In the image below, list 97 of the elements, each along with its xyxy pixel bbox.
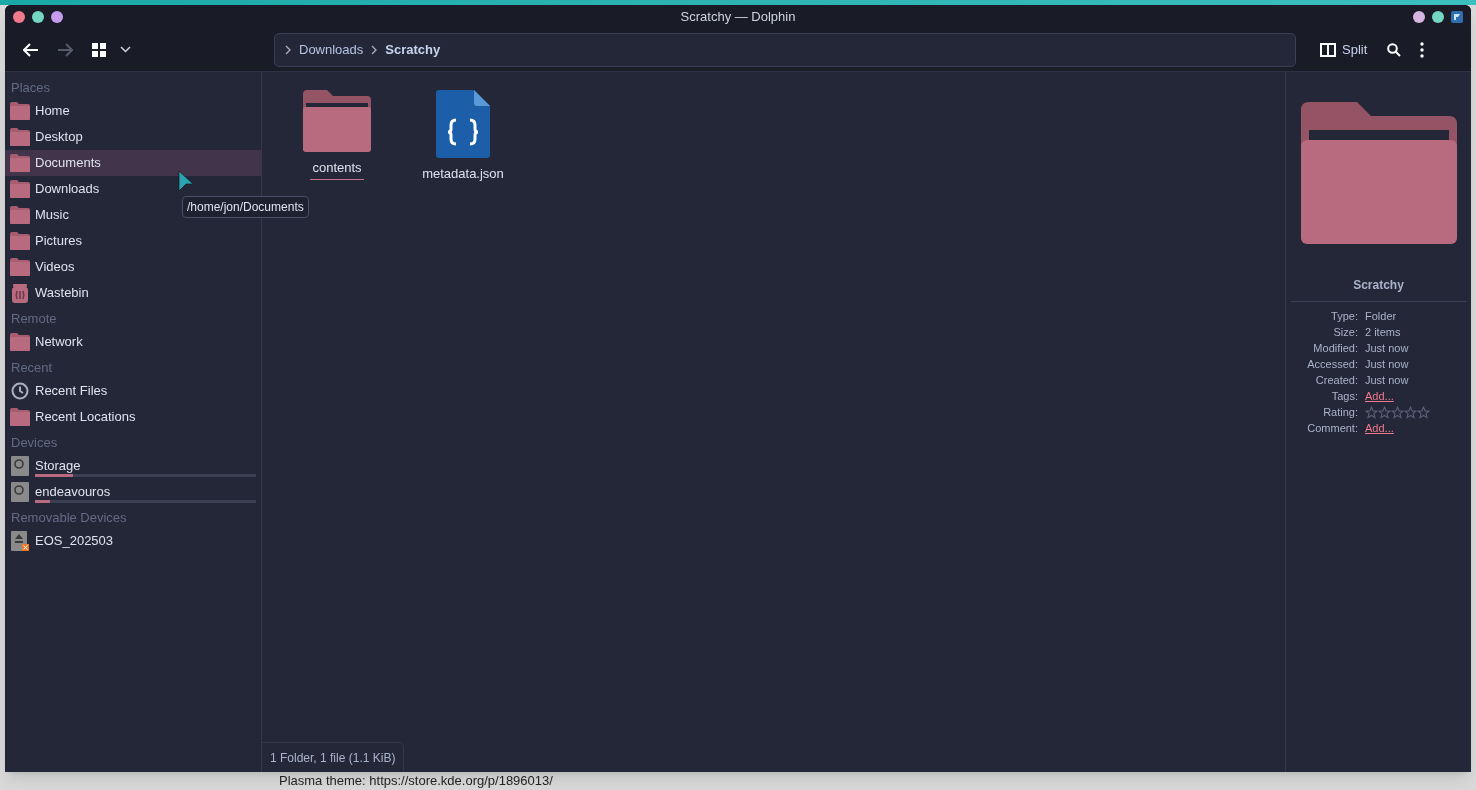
cursor-icon <box>178 170 194 192</box>
item-label: Storage <box>35 457 81 476</box>
info-value: 2 items <box>1365 325 1402 340</box>
close-button[interactable] <box>13 10 25 23</box>
sidebar-item[interactable]: Desktop <box>5 124 261 150</box>
info-label: Type: <box>1330 309 1358 324</box>
item-label: Recent Files <box>35 382 108 401</box>
trash-icon <box>10 283 30 303</box>
chevron-down-icon <box>119 46 131 53</box>
forward-arrow-icon <box>57 42 73 57</box>
info-label: Accessed: <box>1306 357 1358 372</box>
minimize-button[interactable] <box>32 10 44 23</box>
location-bar[interactable]: Downloads Scratchy <box>274 32 1296 67</box>
eject-drive-icon <box>11 531 29 551</box>
sidebar-item[interactable]: EOS_202503 <box>5 528 261 554</box>
window-title: Scratchy — Dolphin <box>680 7 796 26</box>
chevron-right-icon <box>371 44 378 55</box>
sidebar-item[interactable]: Wastebin <box>5 280 261 306</box>
sidebar-item[interactable]: endeavouros <box>5 479 261 505</box>
sidebar-item[interactable]: Recent Locations <box>5 404 261 430</box>
file-name: metadata.json <box>421 165 505 183</box>
search-icon <box>1387 42 1402 57</box>
info-label: Tags: <box>1330 389 1358 404</box>
star-icon <box>1391 405 1404 419</box>
folder-icon <box>10 180 30 198</box>
info-value: Folder <box>1365 309 1398 324</box>
file-item[interactable]: metadata.json <box>418 90 508 185</box>
desktop-text: Plasma theme: https://store.kde.org/p/1896013/ <box>279 773 553 789</box>
item-label: Home <box>35 102 70 121</box>
add-link[interactable]: Add... <box>1365 422 1394 434</box>
section-heading: Recent <box>10 359 54 378</box>
info-label: Rating: <box>1322 405 1358 420</box>
folder-icon <box>10 128 30 146</box>
sidebar-item[interactable]: Storage <box>5 453 261 479</box>
star-icon <box>1365 405 1378 419</box>
info-label: Modified: <box>1312 341 1358 356</box>
clock-icon <box>11 382 29 400</box>
folder-icon <box>10 154 30 172</box>
sidebar-item[interactable]: Pictures <box>5 228 261 254</box>
shade-button[interactable] <box>1432 10 1444 23</box>
item-label: Recent Locations <box>35 408 136 427</box>
folder-icon <box>10 206 30 224</box>
item-label: EOS_202503 <box>35 532 114 551</box>
split-button[interactable]: Split <box>1320 39 1368 60</box>
section-heading: Remote <box>10 310 58 329</box>
folder-icon <box>10 102 30 120</box>
sidebar-item[interactable]: Videos <box>5 254 261 280</box>
folder-preview-icon <box>1300 102 1457 244</box>
maximize-button[interactable] <box>51 10 63 23</box>
info-value: Just now <box>1365 373 1410 388</box>
info-label: Created: <box>1314 373 1358 388</box>
split-view-icon <box>1320 42 1336 57</box>
item-label: Documents <box>35 154 101 173</box>
star-icon <box>1404 405 1417 419</box>
chevron-right-icon <box>285 44 291 55</box>
item-label: Network <box>35 333 83 352</box>
item-label: Pictures <box>35 232 82 251</box>
item-label: Desktop <box>35 128 83 147</box>
item-label: Wastebin <box>35 284 89 303</box>
info-value: Just now <box>1365 357 1410 372</box>
file-item[interactable]: contents <box>292 90 382 180</box>
drive-icon <box>11 482 29 502</box>
menu-icon <box>1420 41 1425 58</box>
grid-icon <box>92 42 106 57</box>
folder-icon <box>10 232 30 250</box>
section-heading: Devices <box>10 434 59 453</box>
file-name: contents <box>310 158 364 180</box>
add-link[interactable]: Add... <box>1365 390 1394 402</box>
info-label: Size: <box>1332 325 1358 340</box>
sidebar-item[interactable]: Recent Files <box>5 378 261 404</box>
sidebar-item[interactable]: Network <box>5 329 261 355</box>
sidebar-item[interactable]: Documents <box>5 150 261 176</box>
info-value: Just now <box>1365 341 1410 356</box>
folder-icon <box>10 258 30 276</box>
star-icon <box>1378 405 1391 419</box>
tooltip: /home/jon/Documents <box>182 196 309 218</box>
item-label: Downloads <box>35 180 100 199</box>
breadcrumb-item[interactable]: Scratchy <box>385 39 441 60</box>
status-bar: 1 Folder, 1 file (1.1 KiB) <box>262 742 405 772</box>
keep-above-button[interactable] <box>1413 10 1425 23</box>
star-icon <box>1417 405 1430 419</box>
item-label: Music <box>35 206 69 225</box>
json-file-icon <box>436 90 490 158</box>
item-label: Videos <box>35 258 75 277</box>
sidebar-item[interactable]: Home <box>5 98 261 124</box>
folder-icon <box>10 333 30 351</box>
info-label: Comment: <box>1306 421 1358 436</box>
section-heading: Places <box>10 79 52 98</box>
drive-icon <box>11 456 29 476</box>
folder-icon <box>303 90 371 152</box>
section-heading: Removable Devices <box>10 509 128 528</box>
breadcrumb-item[interactable]: Downloads <box>299 39 364 60</box>
app-icon[interactable] <box>1451 10 1463 23</box>
info-title: Scratchy <box>1353 277 1404 294</box>
folder-icon <box>10 408 30 426</box>
item-label: endeavouros <box>35 483 111 502</box>
back-arrow-icon <box>23 42 39 57</box>
